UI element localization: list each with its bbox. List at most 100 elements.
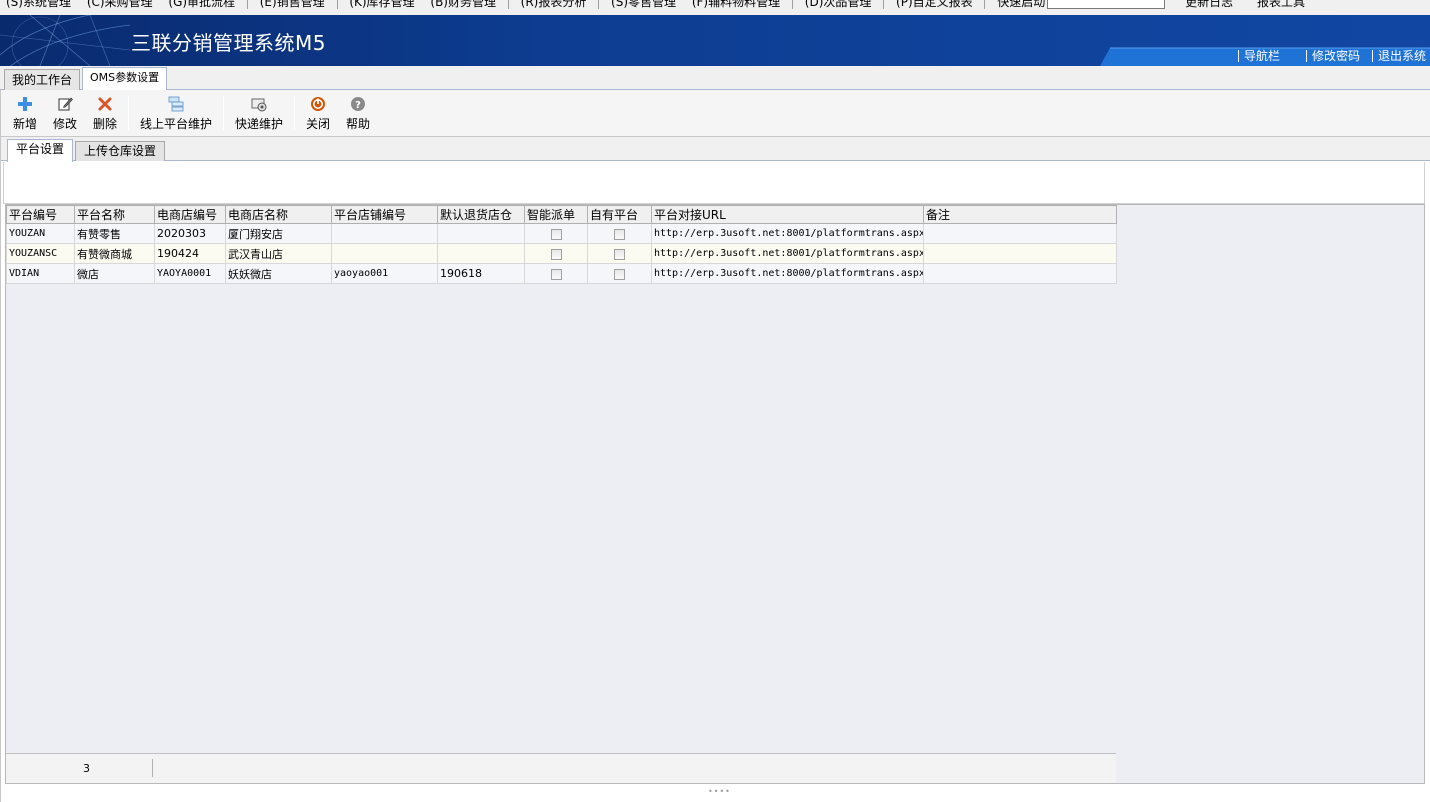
col-header-smart-dispatch[interactable]: 智能派单 xyxy=(524,205,588,224)
cell-platform-name[interactable]: 有赞零售 xyxy=(74,223,155,244)
menu-finance[interactable]: (B)财务管理 xyxy=(424,0,502,10)
cell-platform-shop-code[interactable] xyxy=(331,243,438,264)
cell-note[interactable] xyxy=(923,243,1117,264)
cell-platform-code[interactable]: YOUZANSC xyxy=(6,243,75,264)
cell-platform-name[interactable]: 有赞微商城 xyxy=(74,243,155,264)
resize-grip[interactable]: •••• xyxy=(708,788,730,796)
row-count: 3 xyxy=(83,762,90,775)
col-header-platform-shop-code[interactable]: 平台店铺编号 xyxy=(331,205,438,224)
col-header-shop-name[interactable]: 电商店名称 xyxy=(225,205,332,224)
cell-smart-dispatch[interactable] xyxy=(524,243,588,264)
menu-separator xyxy=(791,0,793,9)
delete-button[interactable]: 删除 xyxy=(91,94,119,134)
platform-grid: 平台编号 平台名称 电商店编号 电商店名称 平台店铺编号 默认退货店仓 智能派单… xyxy=(5,204,1425,784)
cell-shop-code[interactable]: 190424 xyxy=(154,243,226,264)
express-maintain-label: 快递维护 xyxy=(234,117,283,131)
platform-table: 平台编号 平台名称 电商店编号 电商店名称 平台店铺编号 默认退货店仓 智能派单… xyxy=(6,205,1117,284)
cell-shop-code[interactable]: 2020303 xyxy=(154,223,226,244)
cell-platform-url[interactable]: http://erp.3usoft.net:8001/platformtrans… xyxy=(651,223,924,244)
menu-materials[interactable]: (F)辅料物料管理 xyxy=(686,0,786,10)
col-header-shop-code[interactable]: 电商店编号 xyxy=(154,205,226,224)
logout-link[interactable]: 退出系统 xyxy=(1368,46,1430,66)
toolbar: 新增 修改 删除 线上平台维护 快递维护 关闭 ? 帮助 xyxy=(1,90,1430,137)
close-button[interactable]: 关闭 xyxy=(304,94,332,134)
delete-button-label: 删除 xyxy=(92,117,117,131)
cell-smart-dispatch[interactable] xyxy=(524,223,588,244)
app-banner: 三联分销管理系统M5 导航栏 修改密码 退出系统 xyxy=(0,15,1430,66)
toolbar-separator xyxy=(128,96,129,130)
menu-inventory[interactable]: (K)库存管理 xyxy=(343,0,420,10)
add-button[interactable]: 新增 xyxy=(11,94,39,134)
cell-shop-name[interactable]: 武汉青山店 xyxy=(225,243,332,264)
online-platform-maintain-button[interactable]: 线上平台维护 xyxy=(138,94,214,134)
col-header-note[interactable]: 备注 xyxy=(923,205,1117,224)
cell-shop-name[interactable]: 妖妖微店 xyxy=(225,263,332,284)
menu-separator xyxy=(507,0,509,9)
toolbar-separator xyxy=(223,96,224,130)
own-platform-checkbox[interactable] xyxy=(614,268,625,280)
top-links: 导航栏 修改密码 退出系统 xyxy=(1234,46,1430,66)
cell-own-platform[interactable] xyxy=(587,243,652,264)
cell-platform-shop-code[interactable] xyxy=(331,223,438,244)
cell-platform-shop-code[interactable]: yaoyao001 xyxy=(331,263,438,284)
menu-approval[interactable]: (G)审批流程 xyxy=(162,0,241,10)
smart-dispatch-checkbox[interactable] xyxy=(550,268,562,280)
col-header-platform-name[interactable]: 平台名称 xyxy=(74,205,155,224)
tab-platform-settings[interactable]: 平台设置 xyxy=(7,139,74,162)
edit-button-label: 修改 xyxy=(52,117,77,131)
own-platform-checkbox[interactable] xyxy=(614,228,625,240)
smart-dispatch-checkbox[interactable] xyxy=(550,248,562,260)
tab-oms-settings[interactable]: OMS参数设置 xyxy=(82,67,168,91)
nav-bar-link[interactable]: 导航栏 xyxy=(1234,46,1284,66)
cell-shop-code[interactable]: YAOYA0001 xyxy=(154,263,226,284)
cell-return-store[interactable] xyxy=(437,223,525,244)
cell-platform-code[interactable]: VDIAN xyxy=(6,263,75,284)
cell-note[interactable] xyxy=(923,223,1117,244)
sub-tab-bar: 平台设置 上传仓库设置 xyxy=(1,137,1430,162)
oms-settings-panel: 新增 修改 删除 线上平台维护 快递维护 关闭 ? 帮助 平台设置 上传仓库设置… xyxy=(0,90,1430,802)
tab-upload-warehouse-settings[interactable]: 上传仓库设置 xyxy=(75,141,166,161)
menu-changelog[interactable]: 更新日志 xyxy=(1179,0,1239,10)
online-platform-maintain-label: 线上平台维护 xyxy=(139,117,212,131)
menu-reports[interactable]: (R)报表分析 xyxy=(515,0,593,10)
col-header-return-store[interactable]: 默认退货店仓 xyxy=(437,205,525,224)
change-password-link[interactable]: 修改密码 xyxy=(1302,46,1364,66)
cell-smart-dispatch[interactable] xyxy=(524,263,588,284)
cell-return-store[interactable]: 190618 xyxy=(437,263,525,284)
quick-start-input[interactable] xyxy=(1047,0,1166,9)
main-tab-bar: 我的工作台 OMS参数设置 xyxy=(0,66,1430,91)
cell-shop-name[interactable]: 厦门翔安店 xyxy=(225,223,332,244)
col-header-platform-code[interactable]: 平台编号 xyxy=(6,205,75,224)
cell-platform-code[interactable]: YOUZAN xyxy=(6,223,75,244)
toolbar-separator xyxy=(294,96,295,130)
delete-icon xyxy=(98,97,112,111)
banner-globe-graphic xyxy=(0,15,130,66)
table-row[interactable]: YOUZANSC 有赞微商城 190424 武汉青山店 http://erp.3… xyxy=(6,243,1117,264)
help-button[interactable]: ? 帮助 xyxy=(344,94,372,134)
cell-platform-name[interactable]: 微店 xyxy=(74,263,155,284)
smart-dispatch-checkbox[interactable] xyxy=(550,228,562,240)
cell-platform-url[interactable]: http://erp.3usoft.net:8001/platformtrans… xyxy=(651,243,924,264)
col-header-platform-url[interactable]: 平台对接URL xyxy=(651,205,924,224)
cell-note[interactable] xyxy=(923,263,1117,284)
table-row[interactable]: VDIAN 微店 YAOYA0001 妖妖微店 yaoyao001 190618… xyxy=(6,263,1117,284)
cell-own-platform[interactable] xyxy=(587,263,652,284)
col-header-own-platform[interactable]: 自有平台 xyxy=(587,205,652,224)
edit-button[interactable]: 修改 xyxy=(51,94,79,134)
cell-return-store[interactable] xyxy=(437,243,525,264)
menu-report-tool[interactable]: 报表工具 xyxy=(1251,0,1311,10)
express-maintain-button[interactable]: 快递维护 xyxy=(233,94,285,134)
menu-separator xyxy=(883,0,885,9)
menu-sales[interactable]: (E)销售管理 xyxy=(254,0,331,10)
cell-platform-url[interactable]: http://erp.3usoft.net:8000/platformtrans… xyxy=(651,263,924,284)
menu-retail[interactable]: (S)零售管理 xyxy=(605,0,682,10)
menu-custom-reports[interactable]: (P)自定义报表 xyxy=(890,0,979,10)
help-button-label: 帮助 xyxy=(345,117,370,131)
cell-own-platform[interactable] xyxy=(587,223,652,244)
own-platform-checkbox[interactable] xyxy=(614,248,625,260)
table-row[interactable]: YOUZAN 有赞零售 2020303 厦门翔安店 http://erp.3us… xyxy=(6,223,1117,244)
menu-system[interactable]: (S)系统管理 xyxy=(0,0,77,10)
menu-purchase[interactable]: (C)采购管理 xyxy=(81,0,159,10)
menu-defective[interactable]: (D)次品管理 xyxy=(799,0,878,10)
tab-my-workbench[interactable]: 我的工作台 xyxy=(4,69,81,90)
